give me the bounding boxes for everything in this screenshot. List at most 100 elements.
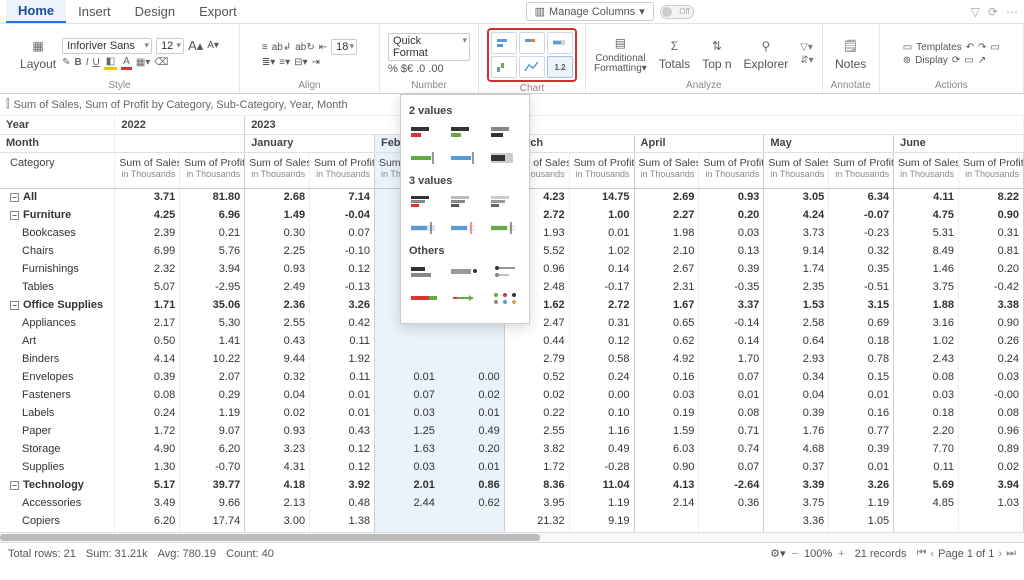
totals-button[interactable]: ΣTotals: [659, 37, 690, 71]
cell-value[interactable]: 4.31: [245, 458, 310, 476]
month-apr[interactable]: April: [634, 134, 764, 152]
chart-opt-3v-6[interactable]: [489, 217, 523, 239]
col-sum-profit[interactable]: Sum of Profitin Thousands: [569, 152, 634, 188]
cell-value[interactable]: 14.75: [569, 188, 634, 206]
chart-bar-stacked-icon[interactable]: [519, 32, 545, 54]
cell-value[interactable]: 6.96: [180, 206, 245, 224]
cell-value[interactable]: 1.25: [374, 422, 439, 440]
chart-opt-o-3[interactable]: [489, 261, 523, 283]
display-button[interactable]: Display: [915, 55, 948, 66]
cell-value[interactable]: 2.68: [245, 188, 310, 206]
cell-value[interactable]: 4.13: [634, 476, 699, 494]
funnel-icon[interactable]: ▽▾: [800, 42, 813, 53]
cell-value[interactable]: 0.01: [310, 386, 375, 404]
cell-value[interactable]: 1.03: [958, 494, 1023, 512]
cell-value[interactable]: -0.42: [958, 278, 1023, 296]
cell-value[interactable]: -0.70: [180, 458, 245, 476]
clear-format-icon[interactable]: ⌫: [154, 57, 168, 68]
cell-value[interactable]: 2.27: [634, 206, 699, 224]
cell-value[interactable]: 2.14: [634, 494, 699, 512]
row-label[interactable]: Tables: [0, 278, 115, 296]
chart-opt-o-1[interactable]: [409, 261, 443, 283]
cell-value[interactable]: 3.95: [504, 494, 569, 512]
cell-value[interactable]: 0.13: [699, 242, 764, 260]
cell-value[interactable]: 0.50: [115, 332, 180, 350]
orientation-icon[interactable]: ab↻: [295, 42, 315, 53]
col-sum-sales[interactable]: Sum of Salesin Thousands: [634, 152, 699, 188]
cell-value[interactable]: 3.05: [764, 188, 829, 206]
chart-opt-o-2[interactable]: [449, 261, 483, 283]
cell-value[interactable]: 0.96: [958, 422, 1023, 440]
chart-line-icon[interactable]: [519, 56, 545, 78]
cell-value[interactable]: 1.63: [374, 440, 439, 458]
cell-value[interactable]: 5.17: [115, 476, 180, 494]
settings-icon[interactable]: ⚙▾: [770, 547, 785, 560]
cell-value[interactable]: 0.32: [245, 368, 310, 386]
cell-value[interactable]: 0.81: [958, 242, 1023, 260]
cell-value[interactable]: 2.25: [245, 242, 310, 260]
cell-value[interactable]: 6.20: [115, 512, 180, 530]
layout-button[interactable]: ▦ Layout: [20, 37, 56, 71]
cell-value[interactable]: 1.16: [569, 422, 634, 440]
row-label[interactable]: Accessories: [0, 494, 115, 512]
row-label[interactable]: Copiers: [0, 512, 115, 530]
cell-value[interactable]: -2.64: [699, 476, 764, 494]
month-jun[interactable]: June: [894, 134, 1024, 152]
cell-value[interactable]: 2.36: [245, 296, 310, 314]
cell-value[interactable]: 2.43: [894, 350, 959, 368]
explorer-button[interactable]: ⚲Explorer: [744, 37, 789, 71]
chart-number-icon[interactable]: 1.2: [547, 56, 573, 78]
chart-opt-o-5[interactable]: [449, 287, 483, 309]
cell-value[interactable]: 4.68: [764, 440, 829, 458]
year-2022[interactable]: 2022: [115, 116, 245, 134]
cell-value[interactable]: -0.28: [569, 458, 634, 476]
page-prev-button[interactable]: ‹: [930, 548, 934, 560]
cell-value[interactable]: 0.90: [958, 314, 1023, 332]
cell-value[interactable]: [439, 512, 504, 530]
cell-value[interactable]: 0.58: [569, 350, 634, 368]
table-row[interactable]: −Technology5.1739.774.183.922.010.868.36…: [0, 476, 1024, 494]
cell-value[interactable]: 5.31: [894, 224, 959, 242]
cell-value[interactable]: 0.03: [634, 386, 699, 404]
cell-value[interactable]: 3.82: [504, 440, 569, 458]
chart-opt-2v-2[interactable]: [449, 121, 483, 143]
cell-value[interactable]: 39.77: [180, 476, 245, 494]
cell-value[interactable]: -2.95: [180, 278, 245, 296]
cell-value[interactable]: 0.07: [699, 458, 764, 476]
chart-bullet-icon[interactable]: [547, 32, 573, 54]
cell-value[interactable]: 2.10: [634, 242, 699, 260]
cell-value[interactable]: 0.01: [829, 386, 894, 404]
chart-opt-3v-5[interactable]: [449, 217, 483, 239]
outdent-icon[interactable]: ⇤: [319, 42, 327, 53]
cell-value[interactable]: 0.03: [699, 224, 764, 242]
chart-opt-2v-4[interactable]: [409, 147, 443, 169]
col-sum-sales[interactable]: Sum of Salesin Thousands: [115, 152, 180, 188]
cell-value[interactable]: 3.00: [245, 512, 310, 530]
topn-button[interactable]: ⇅Top n: [702, 37, 731, 71]
cell-value[interactable]: 0.29: [180, 386, 245, 404]
row-label[interactable]: Chairs: [0, 242, 115, 260]
valign-icon[interactable]: ≣▾: [262, 57, 275, 68]
cell-value[interactable]: 10.22: [180, 350, 245, 368]
row-label[interactable]: Furnishings: [0, 260, 115, 278]
chart-opt-3v-3[interactable]: [489, 191, 523, 213]
row-label[interactable]: Supplies: [0, 458, 115, 476]
cell-value[interactable]: 0.11: [894, 458, 959, 476]
table-row[interactable]: Accessories3.499.662.130.482.440.623.951…: [0, 494, 1024, 512]
cell-value[interactable]: 0.08: [699, 404, 764, 422]
underline-button[interactable]: U: [92, 57, 99, 68]
cell-value[interactable]: 0.32: [829, 242, 894, 260]
cell-value[interactable]: 0.08: [894, 368, 959, 386]
reset-icon[interactable]: ▭: [991, 42, 1000, 53]
notes-button[interactable]: 🗒Notes: [835, 37, 866, 71]
cell-value[interactable]: 1.00: [569, 206, 634, 224]
cell-value[interactable]: 2.07: [180, 368, 245, 386]
cell-value[interactable]: 1.71: [115, 296, 180, 314]
cell-value[interactable]: 0.30: [245, 224, 310, 242]
cell-value[interactable]: -0.00: [958, 386, 1023, 404]
cell-value[interactable]: 0.02: [504, 386, 569, 404]
chart-opt-o-6[interactable]: [489, 287, 523, 309]
cell-value[interactable]: 0.18: [829, 332, 894, 350]
cell-value[interactable]: -0.07: [829, 206, 894, 224]
cell-value[interactable]: 1.19: [569, 494, 634, 512]
